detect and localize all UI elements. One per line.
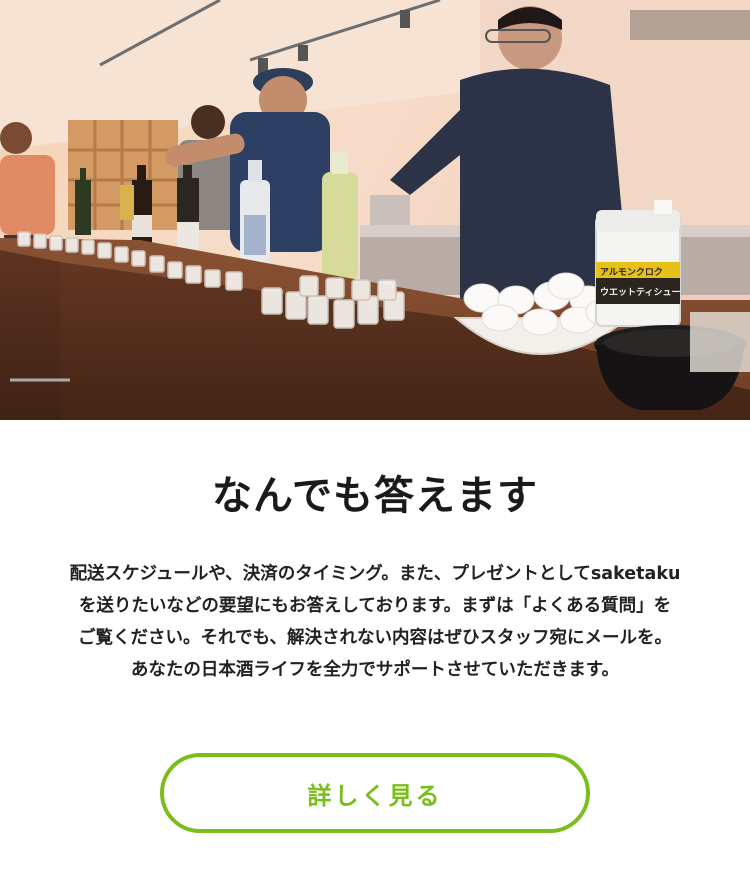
hero-photo: アルモンクロク ウエットティシュー (0, 0, 750, 420)
details-button[interactable]: 詳しく見る (160, 753, 590, 833)
description-line: 配送スケジュールや、決済のタイミング。また、プレゼントとしてsaketaku (69, 564, 681, 584)
description-line: ご覧ください。それでも、解決されない内容はぜひスタッフ宛にメールを。 (78, 628, 672, 648)
section-title: なんでも答えます (212, 473, 538, 519)
description-line: あなたの日本酒ライフを全力でサポートさせていただきます。 (130, 660, 620, 680)
description-line: を送りたいなどの要望にもお答えしております。まずは「よくある質問」を (78, 596, 672, 616)
tissue-label-top: アルモンクロク (600, 267, 663, 278)
section-description: 配送スケジュールや、決済のタイミング。また、プレゼントとしてsaketaku を… (40, 558, 710, 686)
tissue-label-bottom: ウエットティシュー (600, 287, 680, 298)
